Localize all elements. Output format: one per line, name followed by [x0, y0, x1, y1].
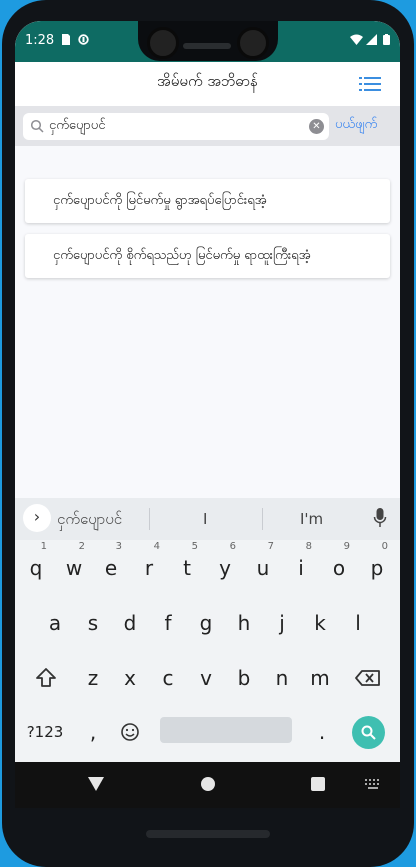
- cancel-button[interactable]: ပယ်ဖျက်: [335, 116, 377, 135]
- key-j[interactable]: j: [267, 603, 297, 643]
- key-n[interactable]: n: [267, 658, 297, 698]
- chevron-right-icon[interactable]: ›: [23, 504, 51, 532]
- emoji-icon[interactable]: [115, 712, 145, 752]
- key-v[interactable]: v: [191, 658, 221, 698]
- key-t[interactable]: t5: [172, 542, 202, 588]
- suggestion-strip: › ငှက်ပျောပင် I I'm: [15, 498, 400, 540]
- bottom-speaker-grille: [146, 830, 270, 838]
- speaker-grille: [183, 43, 231, 49]
- suggestion-3[interactable]: I'm: [300, 510, 323, 528]
- key-g[interactable]: g: [191, 603, 221, 643]
- screen: 1:28 အိမ်မက် အဘိဓာန် ✕: [15, 21, 400, 789]
- keyboard-switch-icon[interactable]: [365, 779, 381, 789]
- key-q[interactable]: q1: [21, 542, 51, 588]
- key-k[interactable]: k: [305, 603, 335, 643]
- suggestion-divider: [149, 508, 150, 530]
- suggestion-1[interactable]: ငှက်ပျောပင်: [57, 510, 122, 532]
- key-m[interactable]: m: [305, 658, 335, 698]
- data-saver-icon: [78, 34, 89, 45]
- battery-icon: [383, 34, 390, 45]
- backspace-icon[interactable]: [353, 658, 383, 698]
- page-title: အိမ်မက် အဘိဓာန်: [157, 72, 258, 90]
- search-input[interactable]: [49, 113, 299, 140]
- key-b[interactable]: b: [229, 658, 259, 698]
- suggestion-divider: [262, 508, 263, 530]
- navigation-bar: [15, 762, 400, 808]
- signal-icon: [366, 34, 377, 45]
- key-i[interactable]: i8: [286, 542, 316, 588]
- recents-square-icon[interactable]: [311, 777, 325, 791]
- key-c[interactable]: c: [153, 658, 183, 698]
- phone-frame: 1:28 အိမ်မက် အဘိဓာန် ✕: [2, 0, 414, 867]
- front-camera-right: [237, 27, 269, 59]
- result-text: ငှက်ပျောပင်ကို စိုက်ရသည်ဟု မြင်မက်မှု ရာ…: [53, 248, 311, 263]
- keyboard: q1 w2 e3 r4 t5 y6 u7 i8 o9 p0 a s d f g …: [15, 540, 400, 762]
- key-d[interactable]: d: [115, 603, 145, 643]
- search-icon: [30, 119, 44, 133]
- key-l[interactable]: l: [343, 603, 373, 643]
- key-w[interactable]: w2: [59, 542, 89, 588]
- key-a[interactable]: a: [40, 603, 70, 643]
- space-key[interactable]: [160, 717, 292, 743]
- key-z[interactable]: z: [78, 658, 108, 698]
- key-s[interactable]: s: [78, 603, 108, 643]
- key-e[interactable]: e3: [96, 542, 126, 588]
- key-h[interactable]: h: [229, 603, 259, 643]
- comma-key[interactable]: ,: [78, 712, 108, 752]
- back-triangle-icon[interactable]: [88, 777, 104, 791]
- list-menu-icon[interactable]: [359, 77, 381, 91]
- suggestion-2[interactable]: I: [203, 510, 207, 528]
- symbols-key[interactable]: ?123: [23, 712, 67, 752]
- period-key[interactable]: .: [307, 712, 337, 752]
- key-y[interactable]: y6: [210, 542, 240, 588]
- result-item[interactable]: ငှက်ပျောပင်ကို စိုက်ရသည်ဟု မြင်မက်မှု ရာ…: [25, 234, 390, 278]
- key-r[interactable]: r4: [134, 542, 164, 588]
- key-u[interactable]: u7: [248, 542, 278, 588]
- microphone-icon[interactable]: [373, 507, 387, 529]
- key-f[interactable]: f: [153, 603, 183, 643]
- result-text: ငှက်ပျောပင်ကို မြင်မက်မှု ရွာအရပ်ပြောင်း…: [53, 193, 267, 208]
- shift-icon[interactable]: [31, 658, 61, 698]
- key-o[interactable]: o9: [324, 542, 354, 588]
- clear-search-icon[interactable]: ✕: [309, 119, 324, 134]
- search-icon: [361, 725, 376, 740]
- key-x[interactable]: x: [115, 658, 145, 698]
- key-p[interactable]: p0: [362, 542, 392, 588]
- result-item[interactable]: ငှက်ပျောပင်ကို မြင်မက်မှု ရွာအရပ်ပြောင်း…: [25, 179, 390, 223]
- search-bar: ✕ ပယ်ဖျက်: [15, 106, 400, 146]
- search-box: ✕: [23, 113, 329, 140]
- status-time: 1:28: [25, 33, 55, 48]
- home-circle-icon[interactable]: [201, 777, 215, 791]
- search-enter-key[interactable]: [352, 716, 385, 749]
- app-bar: အိမ်မက် အဘိဓာန်: [15, 62, 400, 106]
- status-bar: 1:28: [15, 21, 400, 62]
- front-camera-left: [147, 27, 179, 59]
- wifi-icon: [350, 34, 363, 45]
- sd-card-icon: [62, 34, 70, 45]
